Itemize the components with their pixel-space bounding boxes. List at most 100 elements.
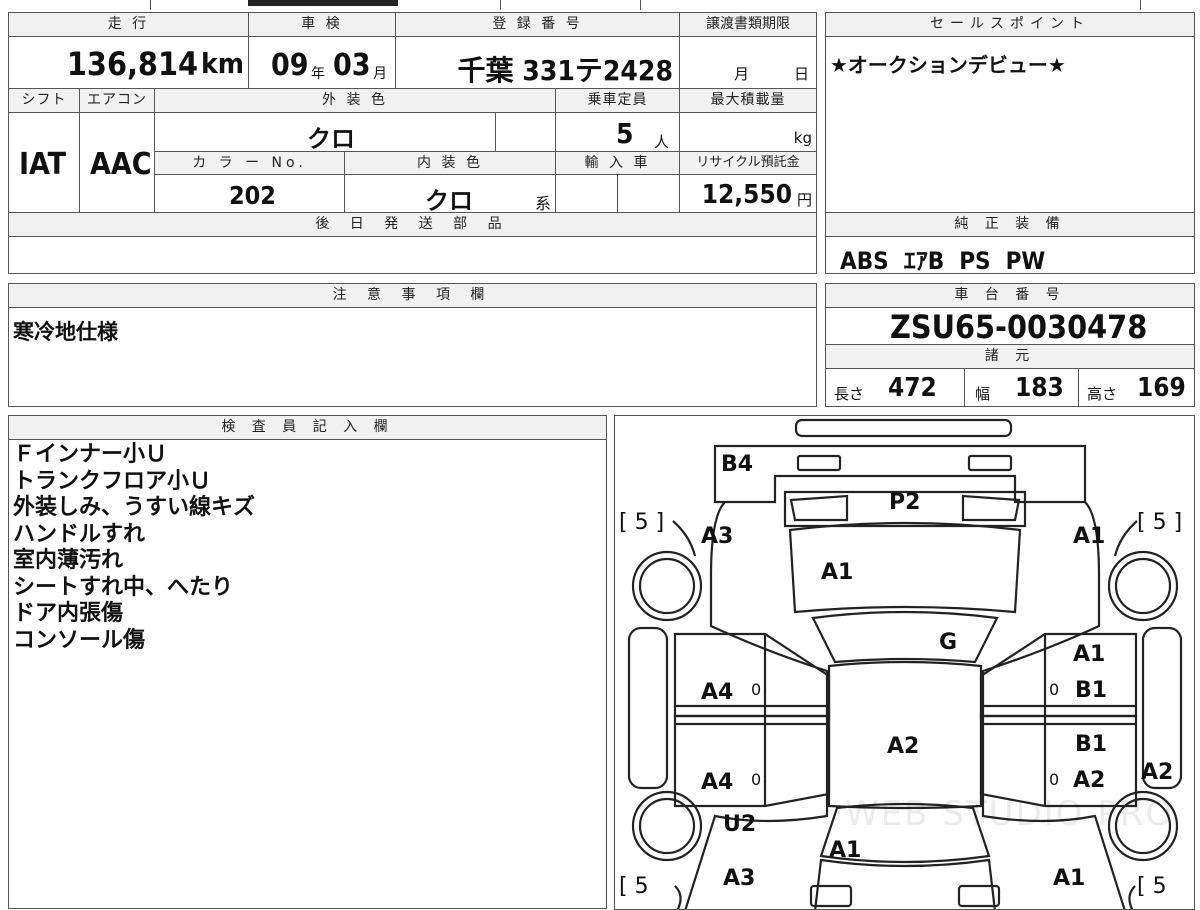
color-no-header: カ ラ ー No. xyxy=(154,151,345,175)
chassis-header: 車 台 番 号 xyxy=(825,283,1195,308)
inspector-line: 室内薄汚れ xyxy=(13,548,124,573)
recycle-value: 12,550 xyxy=(701,180,792,210)
label-left-fender-u: U2 xyxy=(723,812,757,837)
inspector-cell: Ｆインナー小Ｕ トランクフロア小Ｕ 外装しみ、うすい線キズ ハンドルすれ 室内薄… xyxy=(8,439,607,909)
shift-value: IAT xyxy=(19,147,67,182)
later-parts-cell xyxy=(8,236,817,274)
inspector-line: コンソール傷 xyxy=(13,627,146,653)
shift-header: シフト xyxy=(8,88,80,113)
capacity-cell: 5 人 xyxy=(555,112,680,152)
specs-header: 諸 元 xyxy=(825,344,1195,369)
capacity-unit: 人 xyxy=(654,133,670,151)
color-no-value: 202 xyxy=(229,181,276,210)
top-strip xyxy=(0,0,1200,10)
car-diagram: WEB STUDIO PRO [ 5 ] [ 5 ] [ 5 [ 5 B4 P2… xyxy=(614,415,1195,910)
label-roof: A2 xyxy=(887,734,920,759)
tread-front-left: [ 5 ] xyxy=(619,510,665,535)
specs-width-cell: 幅 183 xyxy=(964,368,1079,407)
specs-width-value: 183 xyxy=(1015,373,1064,403)
registration-value: 千葉 331テ2428 xyxy=(457,54,673,87)
exterior-color-value: クロ xyxy=(307,125,355,153)
specs-height-label: 高さ xyxy=(1087,385,1118,403)
shaken-header: 車 検 xyxy=(248,12,396,37)
specs-height-value: 169 xyxy=(1137,373,1186,403)
shaken-year-unit: 年 xyxy=(311,66,325,82)
label-left-quarter: A3 xyxy=(701,524,734,549)
specs-length-cell: 長さ 472 xyxy=(825,368,965,407)
notes-cell: 寒冷地仕様 xyxy=(8,307,817,407)
label-right-rear-door-b: B1 xyxy=(1075,678,1108,703)
inspector-header: 検 査 員 記 入 欄 xyxy=(8,415,607,440)
specs-length-label: 長さ xyxy=(834,385,865,403)
door-mark-left-front: 0 xyxy=(751,770,762,789)
tread-rear-right: [ 5 xyxy=(1137,874,1167,899)
door-mark-left-rear: 0 xyxy=(751,680,762,699)
mileage-cell: 136,814 km xyxy=(8,36,249,89)
chassis-cell: ZSU65-0030478 xyxy=(825,307,1195,346)
inspector-line: トランクフロア小Ｕ xyxy=(13,468,212,494)
interior-color-header: 内 装 色 xyxy=(344,151,556,175)
mileage-unit: km xyxy=(201,47,244,80)
capacity-header: 乗車定員 xyxy=(555,88,680,113)
specs-height-cell: 高さ 169 xyxy=(1078,368,1195,407)
label-rear-bumper: B4 xyxy=(721,452,754,477)
recycle-cell: 12,550 円 xyxy=(679,174,817,213)
aircon-header: エアコン xyxy=(79,88,155,113)
exterior-color-extra-cell xyxy=(495,112,556,152)
capacity-value: 5 xyxy=(616,117,634,150)
genuine-equipment-cell: ABS ｴｱB PS PW xyxy=(825,236,1195,275)
label-right-rear-door-a: A1 xyxy=(1073,642,1106,667)
watermark: WEB STUDIO PRO xyxy=(845,794,1175,834)
notes-text: 寒冷地仕様 xyxy=(13,320,118,344)
label-left-front-door: A4 xyxy=(701,770,734,795)
transfer-month-unit: 月 xyxy=(734,65,750,83)
label-trunk: A1 xyxy=(821,560,854,585)
import-header: 輸 入 車 xyxy=(555,151,680,175)
tread-front-right: [ 5 ] xyxy=(1137,510,1183,535)
aircon-cell: AAC xyxy=(79,112,155,213)
registration-header: 登 録 番 号 xyxy=(395,12,680,37)
sales-point-header: セールスポイント xyxy=(825,12,1195,37)
inspector-line: ハンドルすれ xyxy=(13,521,146,547)
label-left-fender: A3 xyxy=(723,866,756,891)
genuine-equipment-value: ABS ｴｱB PS PW xyxy=(840,247,1046,275)
mileage-header: 走 行 xyxy=(8,12,249,37)
shaken-year: 09 xyxy=(271,48,309,83)
door-mark-right-rear: 0 xyxy=(1049,680,1060,699)
label-right-front-door-a: A2 xyxy=(1073,768,1106,793)
registration-cell: 千葉 331テ2428 xyxy=(395,36,680,89)
sales-point-cell: ★オークションデビュー★ xyxy=(825,36,1195,213)
interior-color-value: クロ xyxy=(425,187,473,215)
sales-point-text: ★オークションデビュー★ xyxy=(830,53,1066,77)
max-load-unit: kg xyxy=(793,129,812,147)
color-no-cell: 202 xyxy=(154,174,345,213)
inspector-line: シートすれ中、へたり xyxy=(13,574,234,600)
aircon-value: AAC xyxy=(90,147,152,182)
recycle-unit: 円 xyxy=(796,191,812,209)
transfer-day-unit: 日 xyxy=(794,65,810,83)
label-right-quarter: A1 xyxy=(1073,524,1106,549)
transfer-deadline-cell: 月 日 xyxy=(679,36,817,89)
chassis-value: ZSU65-0030478 xyxy=(890,308,1148,346)
exterior-color-cell: クロ xyxy=(154,112,496,153)
mileage-value: 136,814 xyxy=(66,45,198,83)
shaken-month: 03 xyxy=(333,48,371,83)
door-mark-right-front: 0 xyxy=(1049,770,1060,789)
label-right-sill: A2 xyxy=(1141,760,1174,785)
exterior-color-header: 外 装 色 xyxy=(154,88,556,113)
inspector-line: Ｆインナー小Ｕ xyxy=(13,442,168,467)
recycle-header: リサイクル預託金 xyxy=(679,151,817,175)
genuine-equipment-header: 純 正 装 備 xyxy=(825,212,1195,237)
specs-width-label: 幅 xyxy=(975,385,991,403)
inspector-line: 外装しみ、うすい線キズ xyxy=(13,495,256,520)
shaken-month-unit: 月 xyxy=(373,66,387,82)
label-rear-panel: P2 xyxy=(889,490,921,515)
label-right-front-door-b: B1 xyxy=(1075,732,1108,757)
import-cell-a xyxy=(555,174,618,213)
transfer-deadline-header: 譲渡書類期限 xyxy=(679,12,817,37)
interior-color-suffix: 系 xyxy=(534,194,551,213)
max-load-cell: kg xyxy=(679,112,817,152)
label-rear-glass: G xyxy=(939,630,958,655)
label-right-fender: A1 xyxy=(1053,866,1086,891)
inspector-line: ドア内張傷 xyxy=(13,601,124,626)
